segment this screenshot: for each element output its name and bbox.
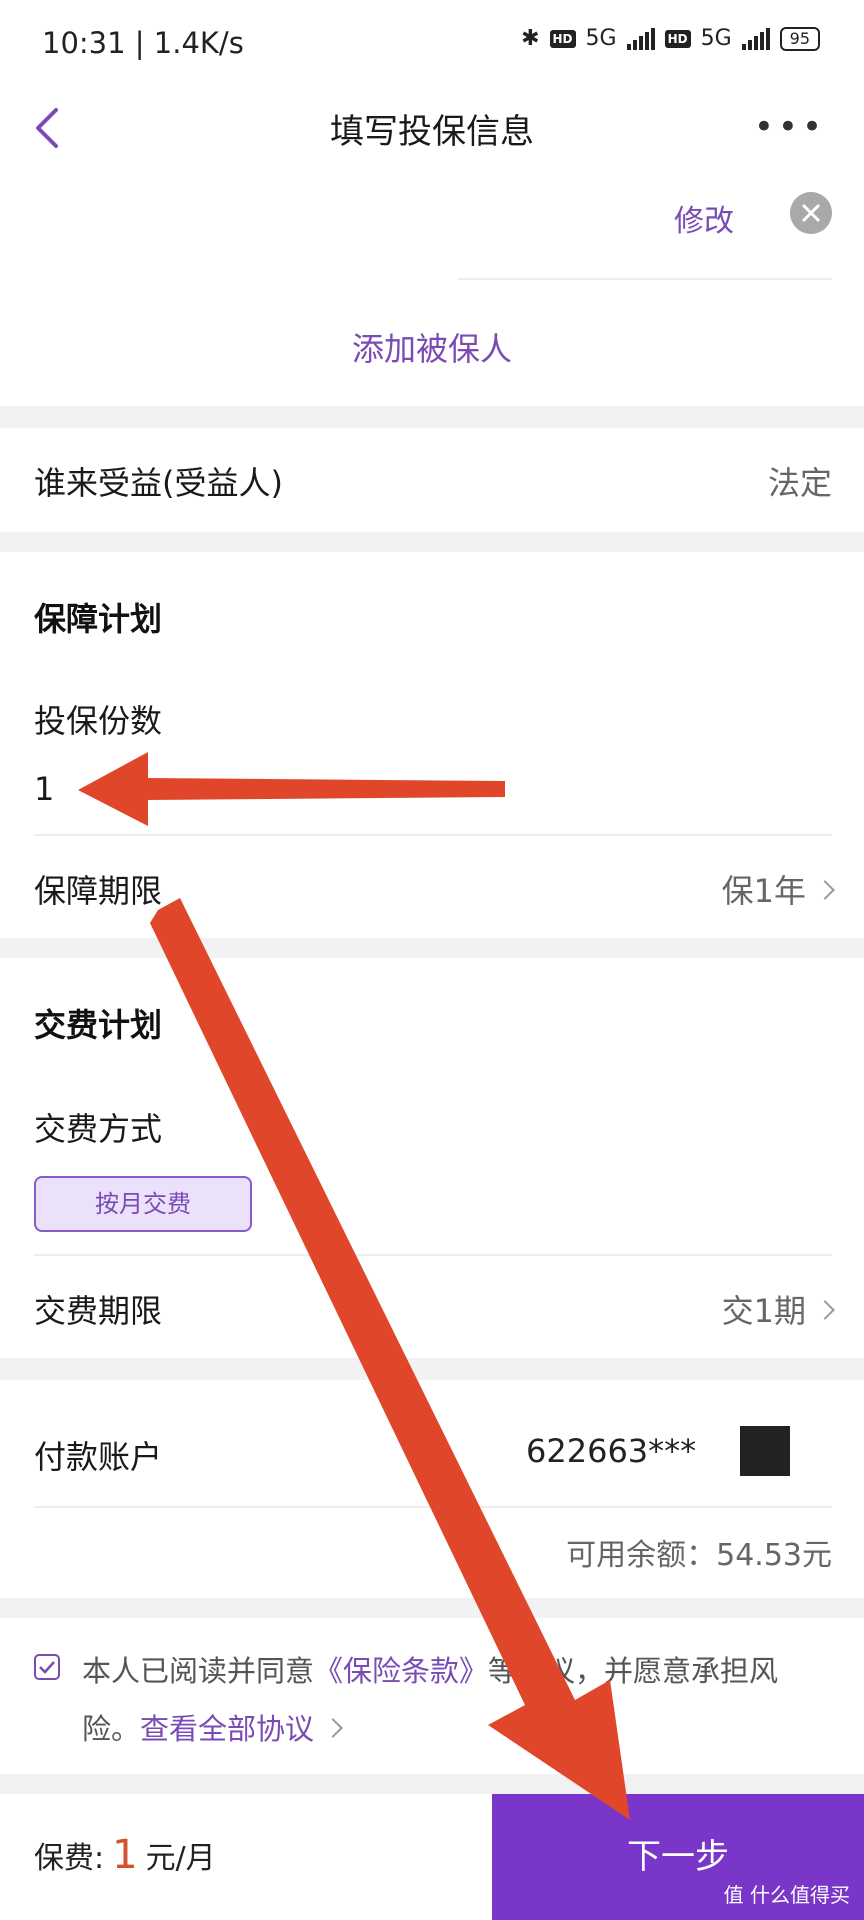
add-insured-button[interactable]: 添加被保人 bbox=[0, 324, 864, 370]
chevron-right-icon bbox=[815, 1300, 835, 1320]
chevron-right-icon bbox=[815, 880, 835, 900]
view-all-agreements-link[interactable]: 查看全部协议 bbox=[140, 1712, 314, 1746]
monthly-payment-option[interactable]: 按月交费 bbox=[34, 1176, 252, 1232]
insured-section: 修改 添加被保人 bbox=[0, 172, 864, 406]
premium-unit: 元/月 bbox=[145, 1841, 216, 1876]
premium-amount: 1 bbox=[112, 1832, 138, 1878]
more-icon[interactable]: ••• bbox=[754, 110, 826, 144]
agreement-text-1: 本人已阅读并同意 bbox=[82, 1654, 315, 1688]
payment-section-title: 交费计划 bbox=[34, 1006, 163, 1044]
hd-icon-2: HD bbox=[664, 29, 691, 48]
agreement-text: 本人已阅读并同意《保险条款》等协议，并愿意承担风险。查看全部协议 bbox=[82, 1642, 834, 1758]
divider bbox=[34, 834, 832, 836]
period-value: 保1年 bbox=[721, 872, 806, 910]
coverage-plan-section: 保障计划 投保份数 1 保障期限 保1年 bbox=[0, 552, 864, 938]
copies-label: 投保份数 bbox=[34, 702, 163, 740]
status-bar: 10:31 | 1.4K/s ✱ HD 5G HD 5G 95 bbox=[0, 0, 864, 84]
checkbox[interactable] bbox=[34, 1654, 60, 1680]
premium-label: 保费: bbox=[34, 1841, 105, 1876]
agreement-section: 本人已阅读并同意《保险条款》等协议，并愿意承担风险。查看全部协议 bbox=[0, 1618, 864, 1774]
chevron-right-icon bbox=[323, 1718, 343, 1738]
page-title: 填写投保信息 bbox=[330, 112, 534, 152]
beneficiary-value: 法定 bbox=[767, 464, 832, 502]
payment-account-section: 付款账户 622663*** 可用余额：54.53元 bbox=[0, 1380, 864, 1598]
signal-icon-2 bbox=[741, 27, 770, 50]
terms-link[interactable]: 《保险条款》 bbox=[314, 1654, 488, 1688]
period-label: 保障期限 bbox=[34, 872, 163, 910]
premium: 保费: 1 元/月 bbox=[34, 1832, 216, 1878]
payment-term-label: 交费期限 bbox=[34, 1292, 163, 1330]
status-time: 10:31 | 1.4K/s bbox=[42, 26, 244, 60]
payment-term-selector[interactable]: 交1期 bbox=[721, 1286, 835, 1332]
bluetooth-icon: ✱ bbox=[521, 26, 540, 51]
redaction-block bbox=[740, 1426, 790, 1476]
account-number[interactable]: 622663*** bbox=[526, 1432, 696, 1470]
payment-method-label: 交费方式 bbox=[34, 1110, 163, 1148]
close-icon[interactable] bbox=[790, 192, 832, 234]
coverage-section-title: 保障计划 bbox=[34, 600, 163, 638]
status-icons: ✱ HD 5G HD 5G 95 bbox=[521, 26, 820, 51]
hd-icon: HD bbox=[549, 29, 576, 48]
divider bbox=[458, 278, 832, 280]
footer-bar: 保费: 1 元/月 下一步 值 什么值得买 bbox=[0, 1794, 864, 1920]
signal-icon bbox=[626, 27, 655, 50]
divider bbox=[34, 1254, 832, 1256]
period-selector[interactable]: 保1年 bbox=[721, 866, 835, 912]
battery-icon: 95 bbox=[779, 26, 820, 51]
nav-bar: 填写投保信息 ••• bbox=[0, 84, 864, 172]
network-5g-icon-2: 5G bbox=[700, 26, 732, 51]
divider bbox=[34, 1506, 832, 1508]
beneficiary-label: 谁来受益(受益人) bbox=[34, 464, 283, 502]
payment-term-value: 交1期 bbox=[721, 1292, 806, 1330]
account-label: 付款账户 bbox=[34, 1438, 163, 1476]
copies-input[interactable]: 1 bbox=[34, 770, 54, 808]
beneficiary-row[interactable]: 谁来受益(受益人) 法定 bbox=[0, 428, 864, 532]
available-balance: 可用余额：54.53元 bbox=[566, 1538, 832, 1573]
payment-plan-section: 交费计划 交费方式 交费期限 交1期 bbox=[0, 958, 864, 1358]
edit-button[interactable]: 修改 bbox=[674, 196, 734, 240]
watermark-text: 值 什么值得买 bbox=[723, 1883, 850, 1907]
network-5g-icon: 5G bbox=[585, 26, 617, 51]
